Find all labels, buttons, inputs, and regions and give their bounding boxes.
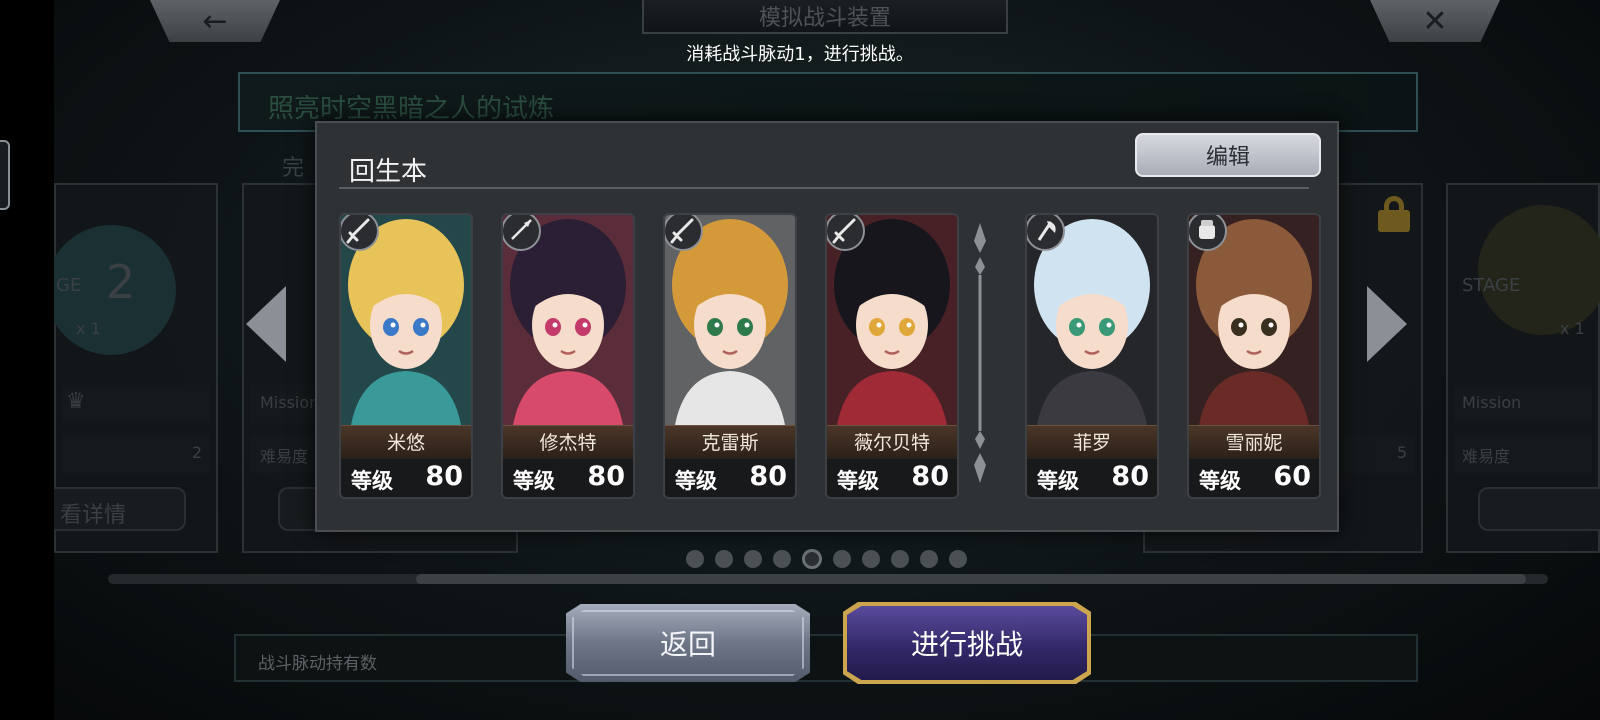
page-dot[interactable] bbox=[891, 550, 909, 568]
reserve-divider-icon bbox=[971, 223, 989, 483]
page-dot[interactable] bbox=[744, 550, 762, 568]
party-member-card[interactable]: 克雷斯 等级 80 bbox=[663, 213, 797, 499]
difficulty-value: 5 bbox=[1396, 443, 1407, 462]
party-member-card[interactable]: 修杰特 等级 80 bbox=[501, 213, 635, 499]
character-level: 等级 80 bbox=[503, 459, 633, 497]
return-button[interactable]: 返回 bbox=[566, 604, 810, 682]
character-name: 薇尔贝特 bbox=[827, 425, 957, 459]
cost-notice: 消耗战斗脉动1，进行挑战。 bbox=[686, 44, 914, 65]
page-dot[interactable] bbox=[833, 550, 851, 568]
character-level: 等级 80 bbox=[665, 459, 795, 497]
mission-label: Mission bbox=[260, 393, 320, 412]
gauntlet-icon bbox=[1189, 215, 1227, 251]
page-dot[interactable] bbox=[715, 550, 733, 568]
page-dot[interactable] bbox=[773, 550, 791, 568]
trophy-row: ♛ bbox=[62, 385, 210, 423]
left-edge-bar bbox=[0, 0, 54, 720]
difficulty-value: 2 bbox=[191, 443, 202, 462]
difficulty-label: 难易度 bbox=[1462, 447, 1511, 466]
level-value: 80 bbox=[587, 461, 625, 492]
back-button[interactable]: ← bbox=[150, 0, 280, 42]
sword-icon bbox=[341, 215, 379, 251]
edit-party-button[interactable]: 编辑 bbox=[1135, 133, 1321, 177]
level-label: 等级 bbox=[513, 469, 555, 493]
page-dot[interactable] bbox=[949, 550, 967, 568]
party-name: 回生本 bbox=[349, 157, 428, 187]
details-button[interactable]: 看详情 bbox=[46, 487, 186, 531]
next-stage-arrow-icon[interactable] bbox=[1367, 286, 1407, 362]
party-member-card[interactable]: 雪丽妮 等级 60 bbox=[1187, 213, 1321, 499]
prev-stage-arrow-icon[interactable] bbox=[246, 286, 286, 362]
trial-name: 照亮时空黑暗之人的试炼 bbox=[268, 94, 555, 124]
close-icon: ✕ bbox=[1422, 3, 1448, 39]
level-value: 80 bbox=[1111, 461, 1149, 492]
sword-icon bbox=[665, 215, 703, 251]
party-member-card[interactable]: 薇尔贝特 等级 80 bbox=[825, 213, 959, 499]
difficulty-row: 难易度 bbox=[1454, 435, 1592, 473]
stage-card-right[interactable]: STAGE x 1 Mission 难易度 bbox=[1446, 183, 1600, 553]
character-name: 菲罗 bbox=[1027, 425, 1157, 459]
stage-number: 2 bbox=[106, 255, 136, 309]
stage-multiplier: x 1 bbox=[1560, 319, 1585, 338]
stage-scrollbar[interactable] bbox=[108, 574, 1548, 584]
party-member-card[interactable]: 菲罗 等级 80 bbox=[1025, 213, 1159, 499]
page-dot[interactable] bbox=[802, 549, 822, 569]
details-button[interactable] bbox=[1478, 487, 1600, 531]
side-tab[interactable] bbox=[0, 140, 10, 210]
character-name: 米悠 bbox=[341, 425, 471, 459]
challenge-button-label: 进行挑战 bbox=[910, 628, 1023, 661]
party-dialog: 回生本 编辑 米悠 等级 80 修杰特 等级 80 克雷斯 等级 80 薇尔贝特… bbox=[315, 121, 1339, 532]
difficulty-label: 难易度 bbox=[260, 447, 309, 466]
level-value: 80 bbox=[425, 461, 463, 492]
sword-icon bbox=[827, 215, 865, 251]
page-dot[interactable] bbox=[920, 550, 938, 568]
character-level: 等级 80 bbox=[1027, 459, 1157, 497]
level-label: 等级 bbox=[837, 469, 879, 493]
pulse-count-bar: 战斗脉动持有数 bbox=[234, 634, 1418, 682]
level-value: 60 bbox=[1273, 461, 1311, 492]
stage-label: STAGE bbox=[1462, 275, 1521, 296]
details-button-label: 看详情 bbox=[60, 503, 127, 528]
return-button-label: 返回 bbox=[659, 628, 716, 661]
lock-icon bbox=[1376, 196, 1412, 232]
stage-badge bbox=[1478, 205, 1600, 335]
level-label: 等级 bbox=[1199, 469, 1241, 493]
pulse-count-label: 战斗脉动持有数 bbox=[258, 654, 377, 674]
party-member-card[interactable]: 米悠 等级 80 bbox=[339, 213, 473, 499]
level-value: 80 bbox=[749, 461, 787, 492]
level-label: 等级 bbox=[1037, 469, 1079, 493]
level-value: 80 bbox=[911, 461, 949, 492]
challenge-button[interactable]: 进行挑战 bbox=[843, 602, 1091, 684]
mission-row: Mission bbox=[1454, 385, 1592, 423]
back-arrow-icon: ← bbox=[202, 3, 228, 39]
stage-multiplier: x 1 bbox=[76, 319, 101, 338]
trophy-icon: ♛ bbox=[66, 389, 86, 414]
character-level: 等级 60 bbox=[1189, 459, 1319, 497]
stage-scrollbar-thumb[interactable] bbox=[416, 574, 1526, 584]
axe-icon bbox=[1027, 215, 1065, 251]
page-dot[interactable] bbox=[862, 550, 880, 568]
spear-icon bbox=[503, 215, 541, 251]
close-button[interactable]: ✕ bbox=[1370, 0, 1500, 42]
page-dot[interactable] bbox=[686, 550, 704, 568]
character-name: 克雷斯 bbox=[665, 425, 795, 459]
level-label: 等级 bbox=[351, 469, 393, 493]
character-name: 修杰特 bbox=[503, 425, 633, 459]
difficulty-row: 2 bbox=[62, 435, 210, 473]
game-screen: ← 模拟战斗装置 ✕ 消耗战斗脉动1，进行挑战。 照亮时空黑暗之人的试炼 完 G… bbox=[0, 0, 1600, 720]
stage-card-left[interactable]: GE 2 x 1 ♛ 2 看详情 bbox=[46, 183, 218, 553]
character-level: 等级 80 bbox=[827, 459, 957, 497]
stage-label-partial: GE bbox=[56, 275, 82, 296]
character-level: 等级 80 bbox=[341, 459, 471, 497]
page-indicator bbox=[686, 549, 967, 569]
screen-title: 模拟战斗装置 bbox=[642, 0, 1008, 34]
completed-label: 完 bbox=[282, 156, 305, 181]
character-name: 雪丽妮 bbox=[1189, 425, 1319, 459]
level-label: 等级 bbox=[675, 469, 717, 493]
dialog-divider bbox=[339, 187, 1309, 189]
challenge-button-face: 进行挑战 bbox=[847, 606, 1087, 680]
mission-label: Mission bbox=[1462, 393, 1522, 412]
